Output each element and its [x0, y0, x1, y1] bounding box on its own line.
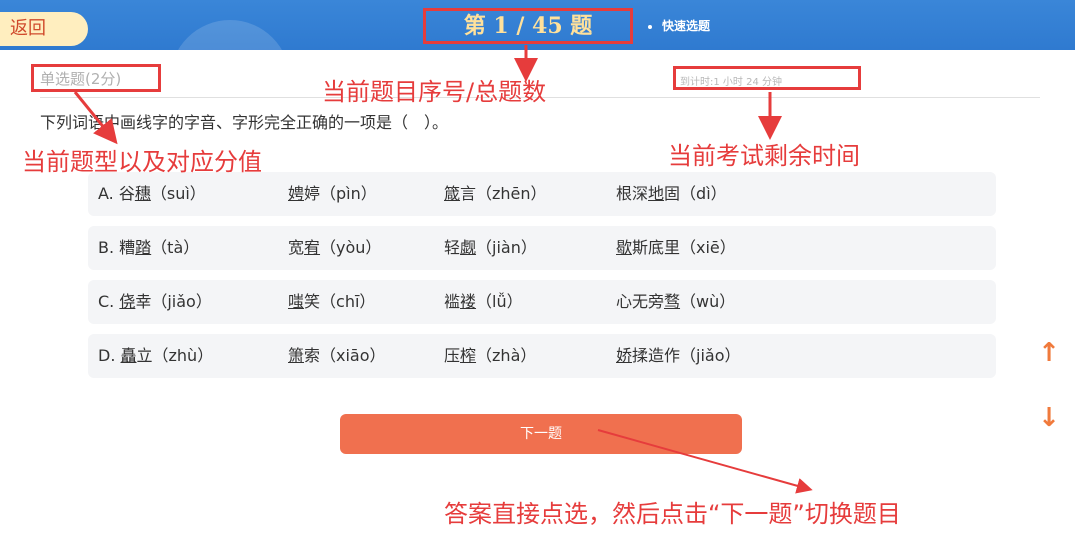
arrow-down-icon[interactable]: ↓ — [1036, 405, 1062, 431]
term-suffix: 索（xiāo） — [304, 346, 386, 365]
underlined-char: 娇 — [616, 346, 633, 365]
term-suffix: 固（dì） — [664, 184, 727, 203]
underlined-char: 歇 — [616, 238, 633, 257]
term-prefix: 压 — [444, 346, 461, 365]
answer-annotation: 答案直接点选，然后点击“下一题”切换题目 — [444, 500, 901, 528]
term-suffix: （wù） — [680, 292, 736, 311]
option-term: 压榨（zhà） — [444, 334, 536, 378]
underlined-char: 骛 — [664, 292, 681, 311]
underlined-char: 箫 — [288, 346, 305, 365]
term-prefix: C. — [98, 292, 120, 311]
term-suffix: （jiàn） — [476, 238, 537, 257]
option-term: 褴褛（lǚ） — [444, 280, 523, 324]
type-highlight-box — [31, 64, 161, 92]
option-term: D. 矗立（zhù） — [98, 334, 213, 378]
counter-annotation: 当前题目序号/总题数 — [322, 78, 547, 106]
term-suffix: 笑（chī） — [304, 292, 376, 311]
term-suffix: 言（zhēn） — [460, 184, 547, 203]
option-C[interactable]: C. 侥幸（jiǎo） 嗤笑（chī） 褴褛（lǚ） 心无旁骛（wù） — [88, 280, 996, 324]
option-term: 歇斯底里（xiē） — [616, 226, 736, 270]
back-button[interactable]: 返回 — [0, 12, 88, 46]
option-term: A. 谷穗（suì） — [98, 172, 206, 216]
counter-highlight-box — [423, 8, 633, 44]
underlined-char: 娉 — [288, 184, 305, 203]
option-A[interactable]: A. 谷穗（suì） 娉婷（pìn） 箴言（zhēn） 根深地固（dì） — [88, 172, 996, 216]
timer-highlight-box — [673, 66, 861, 90]
term-prefix: D. — [98, 346, 121, 365]
underlined-char: 踏 — [135, 238, 152, 257]
underlined-char: 箴 — [444, 184, 461, 203]
term-suffix: 婷（pìn） — [304, 184, 377, 203]
option-term: 根深地固（dì） — [616, 172, 727, 216]
option-B[interactable]: B. 糟踏（tà） 宽宥（yòu） 轻觑（jiàn） 歇斯底里（xiē） — [88, 226, 996, 270]
option-term: 箴言（zhēn） — [444, 172, 547, 216]
option-term: C. 侥幸（jiǎo） — [98, 280, 212, 324]
term-suffix: 立（zhù） — [136, 346, 214, 365]
term-suffix: （tà） — [151, 238, 200, 257]
underlined-char: 榨 — [460, 346, 477, 365]
quick-select-button[interactable]: 快速选题 — [662, 17, 710, 34]
term-prefix: 褴 — [444, 292, 461, 311]
option-term: 娉婷（pìn） — [288, 172, 377, 216]
term-suffix: （lǚ） — [476, 292, 523, 311]
term-suffix: 揉造作（jiǎo） — [632, 346, 741, 365]
question-text: 下列词语中画线字的字音、字形完全正确的一项是（ ）。 — [40, 113, 449, 132]
term-prefix: 根深 — [616, 184, 649, 203]
dot-icon — [648, 25, 652, 29]
type-annotation: 当前题型以及对应分值 — [22, 148, 262, 176]
arrow-up-icon[interactable]: ↑ — [1036, 340, 1062, 366]
underlined-char: 地 — [648, 184, 665, 203]
term-suffix: 幸（jiǎo） — [135, 292, 212, 311]
underlined-char: 矗 — [120, 346, 137, 365]
underlined-char: 穗 — [134, 184, 151, 203]
underlined-char: 嗤 — [288, 292, 305, 311]
term-prefix: 心无旁 — [616, 292, 665, 311]
term-suffix: （suì） — [150, 184, 206, 203]
option-term: 宽宥（yòu） — [288, 226, 381, 270]
term-suffix: 斯底里（xiē） — [632, 238, 736, 257]
underlined-char: 褛 — [460, 292, 477, 311]
timer-annotation: 当前考试剩余时间 — [668, 142, 860, 170]
underlined-char: 觑 — [460, 238, 477, 257]
term-suffix: （yòu） — [320, 238, 382, 257]
term-suffix: （zhà） — [476, 346, 537, 365]
option-term: 嗤笑（chī） — [288, 280, 375, 324]
underlined-char: 侥 — [119, 292, 136, 311]
term-prefix: B. 糟 — [98, 238, 136, 257]
term-prefix: A. 谷 — [98, 184, 135, 203]
option-term: 轻觑（jiàn） — [444, 226, 537, 270]
option-term: B. 糟踏（tà） — [98, 226, 199, 270]
option-term: 娇揉造作（jiǎo） — [616, 334, 741, 378]
underlined-char: 宥 — [304, 238, 321, 257]
option-term: 心无旁骛（wù） — [616, 280, 735, 324]
term-prefix: 宽 — [288, 238, 305, 257]
option-term: 箫索（xiāo） — [288, 334, 386, 378]
option-D[interactable]: D. 矗立（zhù） 箫索（xiāo） 压榨（zhà） 娇揉造作（jiǎo） — [88, 334, 996, 378]
next-question-button[interactable]: 下一题 — [340, 414, 742, 454]
term-prefix: 轻 — [444, 238, 461, 257]
